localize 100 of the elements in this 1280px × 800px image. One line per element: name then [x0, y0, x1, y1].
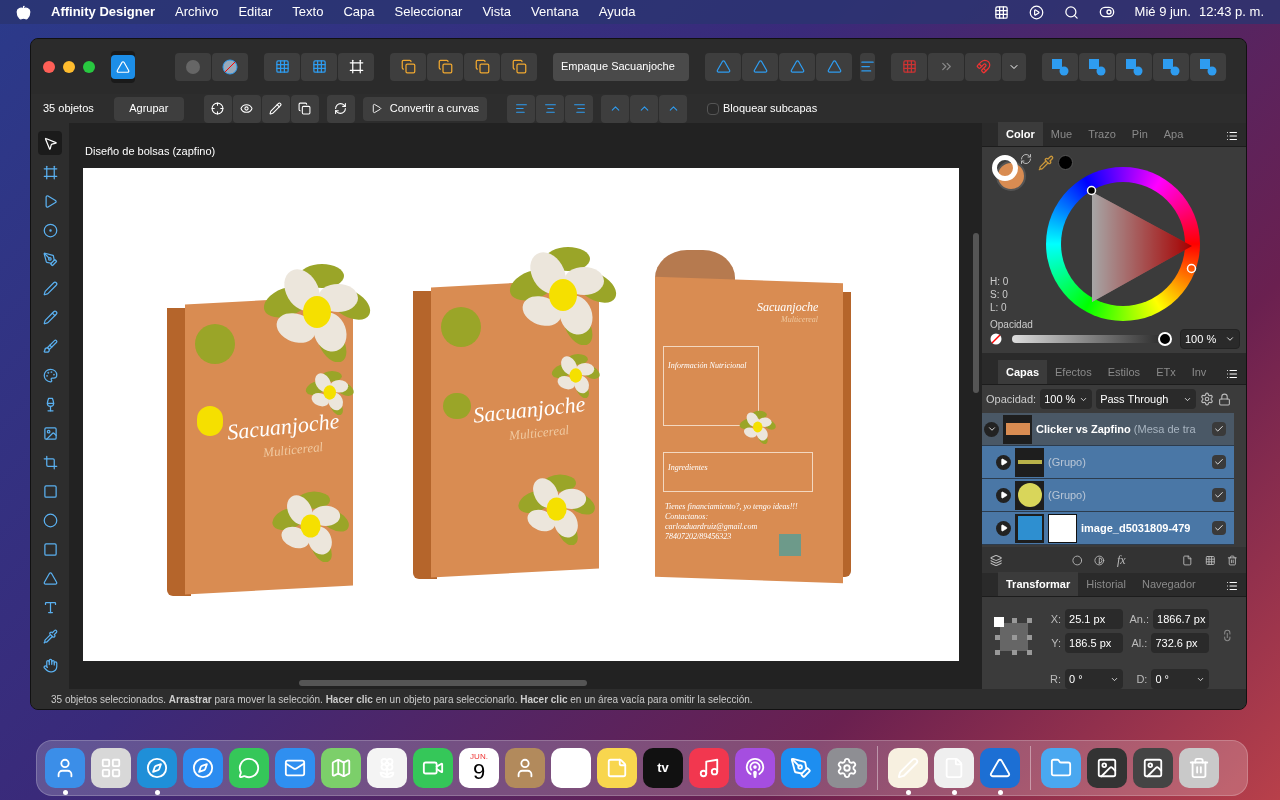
panel-tab[interactable]: Navegador	[1133, 572, 1204, 596]
minimize-window-button[interactable]	[63, 60, 75, 73]
menu-item[interactable]: Seleccionar	[394, 2, 463, 22]
new-layer-icon[interactable]	[1182, 553, 1193, 567]
layers-icon[interactable]	[990, 552, 1003, 568]
dock-app-icon[interactable]	[367, 748, 407, 788]
expand-toggle-icon[interactable]	[996, 487, 1011, 503]
dock-app-icon[interactable]	[888, 748, 928, 788]
panel-tab[interactable]: Transformar	[998, 572, 1079, 596]
adjustment-icon[interactable]	[1094, 553, 1105, 567]
opacity-slider-thumb[interactable]	[1158, 332, 1172, 346]
apple-logo-icon[interactable]	[16, 4, 31, 20]
dock-app-icon[interactable]	[183, 748, 223, 788]
dock-app-icon[interactable]	[827, 748, 867, 788]
vertical-scrollbar[interactable]	[973, 233, 979, 393]
visibility-checkbox[interactable]	[1212, 521, 1226, 535]
toolbar-button[interactable]	[203, 94, 232, 123]
panel-tab[interactable]: Trazo	[1080, 122, 1124, 146]
menu-item[interactable]: Texto	[292, 2, 324, 22]
no-color-icon[interactable]	[990, 333, 1002, 345]
panel-tab[interactable]: Inv	[1183, 360, 1215, 384]
pointer-icon[interactable]	[38, 131, 62, 155]
value-field[interactable]: 732.6 px	[1151, 633, 1210, 653]
dock-app-icon[interactable]	[505, 748, 545, 788]
toolbar-button[interactable]	[1042, 52, 1078, 81]
hue-handle[interactable]	[1186, 263, 1197, 274]
menu-item[interactable]: Archivo	[175, 2, 219, 22]
blend-mode-dropdown[interactable]: Pass Through	[1096, 389, 1197, 409]
panel-tab[interactable]: Estilos	[1099, 360, 1149, 384]
anchor-grid-icon[interactable]	[994, 617, 1033, 657]
toolbar-button[interactable]	[232, 94, 261, 123]
dock-app-icon[interactable]: tv	[643, 748, 683, 788]
eyedropper-icon[interactable]	[1038, 155, 1054, 171]
toolbar-button[interactable]	[1116, 52, 1152, 81]
toolbar-button[interactable]	[290, 94, 319, 123]
toolbar-button[interactable]	[301, 52, 337, 81]
dock-app-icon[interactable]	[597, 748, 637, 788]
dock-app-icon[interactable]	[275, 748, 315, 788]
panel-menu-icon[interactable]	[1226, 580, 1238, 592]
layer-row[interactable]: image_d5031809-479	[982, 512, 1234, 545]
stroke-swatch[interactable]	[992, 155, 1018, 181]
dock-app-icon[interactable]	[551, 748, 591, 788]
layer-opacity-field[interactable]: 100 %	[1040, 389, 1093, 409]
value-field[interactable]: 186.5 px	[1065, 633, 1124, 653]
value-field[interactable]: 1866.7 px	[1153, 609, 1210, 629]
menu-item[interactable]: Ayuda	[598, 2, 636, 22]
value-dropdown[interactable]: 0 °	[1151, 669, 1210, 689]
menu-item[interactable]: Capa	[343, 2, 375, 22]
document-tab[interactable]: Diseño de bolsas (zapfino)	[69, 123, 970, 168]
dock-app-icon[interactable]	[91, 748, 131, 788]
panel-tab[interactable]: Historial	[1078, 572, 1134, 596]
lock-sublayers-checkbox[interactable]: Bloquear subcapas	[707, 100, 818, 117]
dock-app-icon[interactable]	[137, 748, 177, 788]
toolbar-button[interactable]	[501, 52, 537, 81]
menu-item[interactable]: Vista	[482, 2, 512, 22]
toolbar-button[interactable]	[390, 52, 426, 81]
toolbar-button[interactable]	[464, 52, 500, 81]
expand-toggle-icon[interactable]	[996, 520, 1011, 536]
dock-app-icon[interactable]	[735, 748, 775, 788]
toolbar-button[interactable]	[1190, 52, 1226, 81]
app-menu[interactable]: Affinity Designer	[51, 2, 155, 22]
visibility-checkbox[interactable]	[1212, 455, 1226, 469]
toolbar-button[interactable]	[212, 52, 248, 81]
toolbar-button[interactable]	[261, 94, 290, 123]
trash-icon[interactable]	[1227, 553, 1239, 567]
fx-button[interactable]: fx	[1117, 551, 1126, 569]
group-button[interactable]: Agrupar	[113, 96, 184, 121]
swap-icon[interactable]	[1020, 153, 1032, 165]
dock-app-icon[interactable]	[229, 748, 269, 788]
expand-toggle-icon[interactable]	[996, 454, 1011, 470]
panel-tab[interactable]: Pin	[1123, 122, 1156, 146]
play-status-icon[interactable]	[1028, 4, 1044, 20]
zoom-window-button[interactable]	[83, 60, 95, 73]
panel-tab[interactable]: Color	[998, 122, 1043, 146]
menu-item[interactable]: Editar	[238, 2, 273, 22]
toolbar-button[interactable]	[326, 94, 355, 123]
toolbar-button[interactable]	[1079, 52, 1115, 81]
dock-app-icon[interactable]	[1133, 748, 1173, 788]
layer-row[interactable]: Clicker vs Zapfino (Mesa de tra	[982, 413, 1234, 446]
panel-menu-icon[interactable]	[1226, 130, 1238, 142]
dock-app-icon[interactable]	[413, 748, 453, 788]
visibility-checkbox[interactable]	[1212, 422, 1226, 436]
settings-icon[interactable]	[1200, 392, 1215, 406]
visibility-checkbox[interactable]	[1212, 488, 1226, 502]
toolbar-button[interactable]	[1153, 52, 1189, 81]
search-icon[interactable]	[1063, 4, 1079, 20]
dock-app-icon[interactable]	[45, 748, 85, 788]
menu-bar-date[interactable]: Mié 9 jun.	[1134, 2, 1191, 22]
close-window-button[interactable]	[43, 60, 55, 73]
panel-tab[interactable]: Mue	[1042, 122, 1081, 146]
toolbar-button[interactable]	[427, 52, 463, 81]
grid-status-icon[interactable]	[993, 4, 1009, 20]
dock-app-icon[interactable]: JUN. 9	[459, 748, 499, 788]
dock-app-icon[interactable]	[980, 748, 1020, 788]
pixel-layer-icon[interactable]	[1204, 553, 1216, 567]
menu-item[interactable]: Ventana	[531, 2, 579, 22]
lock-icon[interactable]	[1218, 392, 1232, 406]
dock-app-icon[interactable]	[781, 748, 821, 788]
value-field[interactable]: 25.1 px	[1065, 609, 1124, 629]
dock-app-icon[interactable]	[321, 748, 361, 788]
